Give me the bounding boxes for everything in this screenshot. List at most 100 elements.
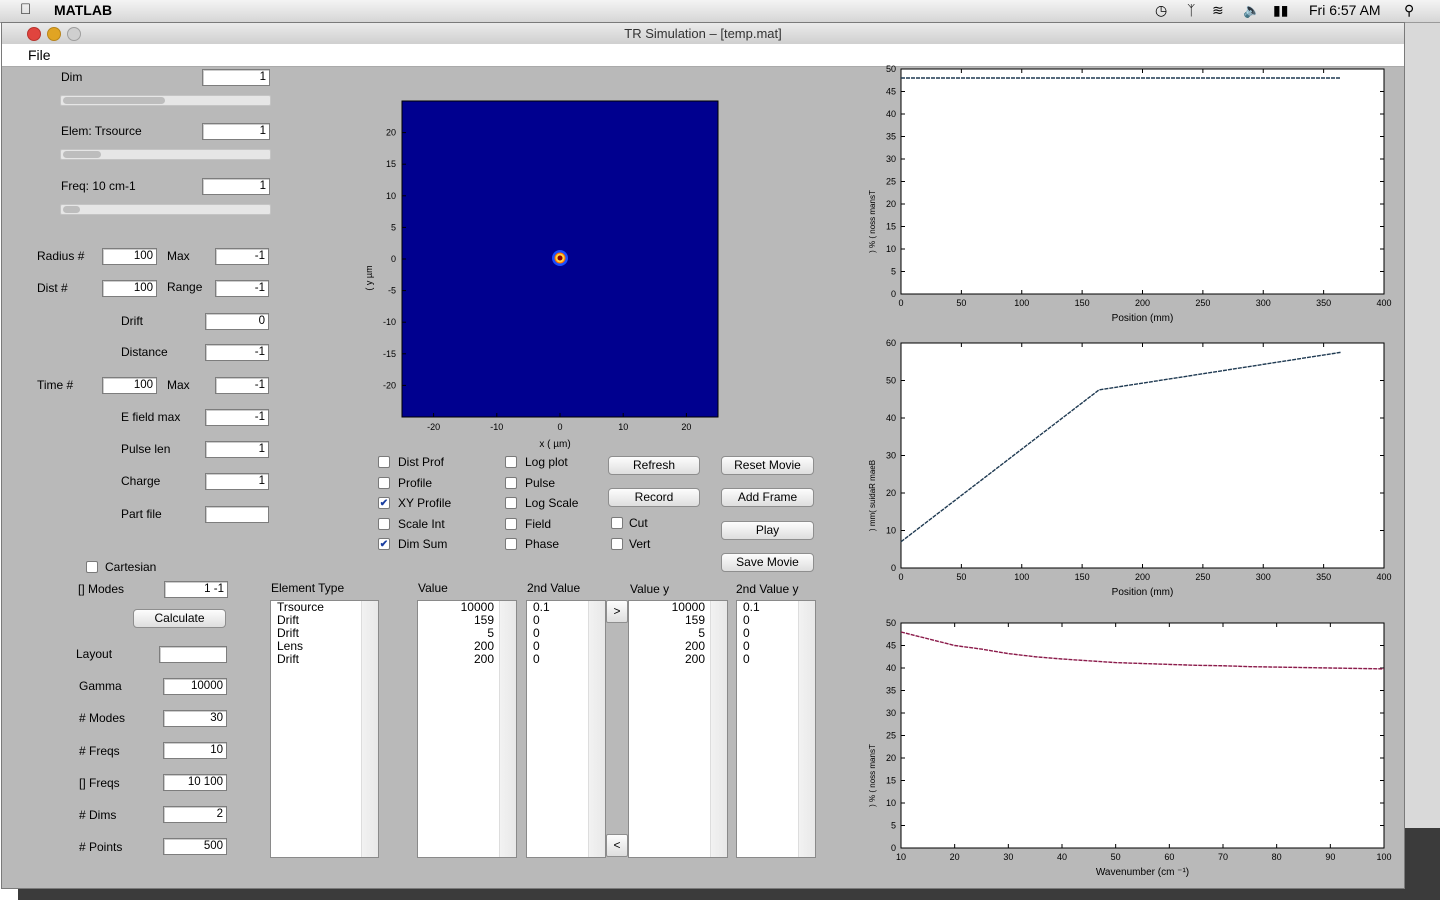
volume-icon[interactable]: 🔈 [1243, 2, 1260, 19]
charge-field[interactable]: 1 [205, 473, 269, 490]
dim-slider[interactable] [60, 95, 271, 106]
value-list[interactable]: 10000 159 5 200 200 [417, 600, 517, 858]
move-right-button[interactable]: > [606, 600, 628, 623]
element-type-list-scrollbar[interactable] [361, 601, 378, 857]
radius-field[interactable]: 100 [102, 248, 157, 265]
value-y-list[interactable]: 10000 159 5 200 200 [628, 600, 728, 858]
gamma-label: Gamma [79, 679, 122, 693]
efield-field[interactable]: -1 [205, 409, 269, 426]
drift-field[interactable]: 0 [205, 313, 269, 330]
reset-movie-button[interactable]: Reset Movie [721, 456, 814, 475]
title-bar[interactable]: TR Simulation – [temp.mat] [2, 23, 1404, 45]
move-left-button[interactable]: < [606, 834, 628, 857]
option-checkbox-profile[interactable] [378, 476, 390, 489]
modes-field[interactable]: 1 -1 [164, 581, 228, 598]
second-value-list-scrollbar[interactable] [588, 601, 605, 857]
battery-icon[interactable]: ▮▮ [1273, 2, 1288, 19]
add-frame-button[interactable]: Add Frame [721, 488, 814, 507]
wifi-icon[interactable]: ≋ [1212, 2, 1224, 19]
option-checkbox-phase[interactable] [505, 538, 517, 551]
clock[interactable]: Fri 6:57 AM [1309, 2, 1381, 18]
pulselen-label: Pulse len [121, 442, 171, 456]
option-checkbox-dim-sum[interactable]: ✔ [378, 538, 390, 551]
ytick-label: 20 [886, 488, 896, 498]
plot-area [900, 68, 1385, 295]
value-list-scrollbar[interactable] [499, 601, 516, 857]
header-value-y: Value y [630, 582, 670, 596]
xtick-label: 250 [1195, 572, 1210, 582]
partfile-field[interactable] [205, 506, 269, 523]
play-button[interactable]: Play [721, 521, 814, 540]
ytick-label: 10 [886, 526, 896, 536]
image-ytick-label: -15 [383, 349, 396, 359]
nfreqs-field[interactable]: 10 [163, 742, 227, 759]
time-max-field[interactable]: -1 [215, 377, 269, 394]
freqs-label: [] Freqs [79, 776, 120, 790]
gamma-field[interactable]: 10000 [163, 678, 227, 695]
efield-label: E field max [121, 410, 181, 424]
ndims-field[interactable]: 2 [163, 806, 227, 823]
option-checkbox-pulse[interactable] [505, 476, 517, 489]
second-value-y-list[interactable]: 0.1 0 0 0 0 [736, 600, 816, 858]
chart-xlabel: Position (mm) [1112, 313, 1174, 324]
nmodes-field[interactable]: 30 [163, 710, 227, 727]
dist-range-field[interactable]: -1 [215, 280, 269, 297]
layout-field[interactable] [159, 646, 227, 663]
ytick-label: 30 [886, 154, 896, 164]
freq-label: Freq: 10 cm-1 [61, 179, 136, 193]
apple-icon[interactable]:  [20, 1, 31, 18]
freq-slider-thumb[interactable] [63, 206, 80, 213]
app-name[interactable]: MATLAB [54, 2, 112, 18]
option-checkbox-scale-int[interactable] [378, 517, 390, 530]
dim-slider-thumb[interactable] [63, 97, 165, 104]
ytick-label: 45 [886, 87, 896, 97]
distance-field[interactable]: -1 [205, 344, 269, 361]
spotlight-search-icon[interactable]: ⚲ [1404, 2, 1414, 19]
option-checkbox-xy-profile[interactable]: ✔ [378, 497, 390, 510]
elem-field[interactable]: 1 [202, 123, 270, 140]
freqs-field[interactable]: 10 100 [163, 774, 227, 791]
ytick-label: 5 [891, 267, 896, 277]
element-type-list[interactable]: Trsource Drift Drift Lens Drift [270, 600, 379, 858]
elem-slider-thumb[interactable] [63, 151, 101, 158]
second-value-y-list-scrollbar[interactable] [798, 601, 815, 857]
ytick-label: 50 [886, 64, 896, 74]
option-checkbox-log-plot[interactable] [505, 456, 517, 468]
image-xlabel: x ( µm) [539, 439, 570, 450]
header-value: Value [418, 581, 448, 595]
menu-file[interactable]: File [28, 47, 51, 63]
time-field[interactable]: 100 [102, 377, 157, 394]
ytick-label: 50 [886, 376, 896, 386]
calculate-button[interactable]: Calculate [133, 609, 226, 628]
dist-field[interactable]: 100 [102, 280, 157, 297]
option-checkbox-log-scale[interactable] [505, 497, 517, 510]
freq-field[interactable]: 1 [202, 178, 270, 195]
image-ytick-label: -20 [383, 380, 396, 390]
option-checkbox-dist-prof[interactable] [378, 456, 390, 468]
ytick-label: 35 [886, 132, 896, 142]
cut-checkbox[interactable] [611, 517, 623, 529]
pulselen-field[interactable]: 1 [205, 441, 269, 458]
refresh-button[interactable]: Refresh [608, 456, 700, 475]
vert-checkbox[interactable] [611, 538, 623, 550]
cartesian-checkbox[interactable] [86, 561, 98, 573]
second-value-list[interactable]: 0.1 0 0 0 0 [526, 600, 606, 858]
dim-field[interactable]: 1 [202, 69, 270, 86]
dist-label: Dist # [37, 281, 68, 295]
freq-slider[interactable] [60, 204, 271, 215]
time-machine-icon[interactable]: ◷ [1155, 2, 1167, 19]
ytick-label: 15 [886, 776, 896, 786]
time-max-label: Max [167, 378, 190, 392]
npoints-field[interactable]: 500 [163, 838, 227, 855]
image-xtick-label: 20 [681, 422, 691, 432]
option-checkbox-field[interactable] [505, 517, 517, 530]
radius-max-field[interactable]: -1 [215, 248, 269, 265]
elem-slider[interactable] [60, 149, 271, 160]
xtick-label: 0 [898, 298, 903, 308]
bluetooth-icon[interactable]: ᛉ [1187, 2, 1195, 18]
value-y-list-scrollbar[interactable] [710, 601, 727, 857]
record-button[interactable]: Record [608, 488, 700, 507]
nmodes-label: # Modes [79, 711, 126, 725]
save-movie-button[interactable]: Save Movie [721, 553, 814, 572]
ytick-label: 60 [886, 338, 896, 348]
